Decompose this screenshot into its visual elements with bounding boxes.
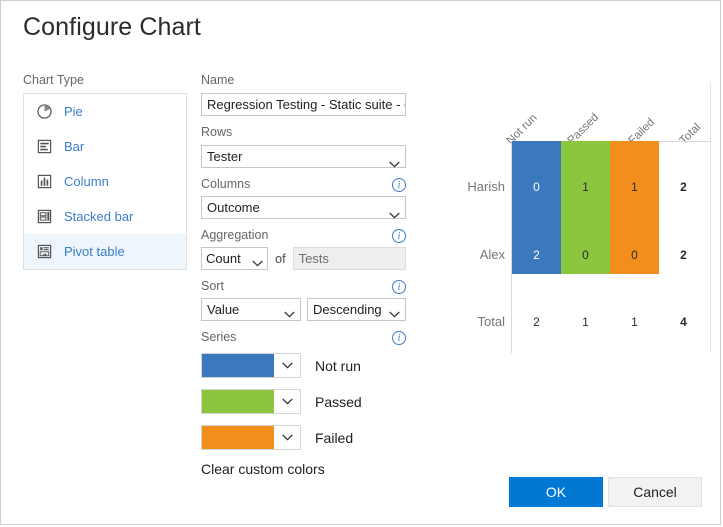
aggregation-label: Aggregation — [201, 228, 268, 243]
pivot-row-label-total: Total — [431, 314, 505, 329]
sort-direction-select[interactable]: Descending — [307, 298, 406, 321]
pivot-table-preview: Not run Passed Failed Total Harish 0 1 1… — [431, 83, 711, 353]
columns-select[interactable]: Outcome — [201, 196, 406, 219]
rows-select[interactable]: Tester — [201, 145, 406, 168]
columns-select-value: Outcome — [207, 197, 260, 218]
chart-type-list[interactable]: Pie Bar — [23, 93, 187, 270]
pivot-cell-total: 2 — [512, 315, 561, 329]
chevron-down-icon — [389, 204, 400, 211]
chevron-down-icon — [389, 153, 400, 160]
chart-type-item-label: Bar — [64, 139, 84, 154]
column-chart-icon — [36, 174, 52, 190]
rows-field-block: Rows Tester — [201, 125, 406, 168]
pivot-cell: 1 — [610, 180, 659, 194]
sort-label: Sort — [201, 279, 224, 294]
chevron-down-icon — [274, 354, 300, 377]
chart-type-item-label: Column — [64, 174, 109, 189]
color-swatch — [202, 426, 274, 449]
name-field-block: Name Regression Testing - Static suite -… — [201, 73, 406, 116]
cancel-button[interactable]: Cancel — [608, 477, 702, 507]
name-label: Name — [201, 73, 406, 88]
pivot-cell: 2 — [512, 248, 561, 262]
columns-field-block: Columns i Outcome — [201, 177, 406, 219]
pivot-cell: 0 — [512, 180, 561, 194]
pivot-cell-total: 2 — [659, 248, 708, 262]
chevron-down-icon — [389, 306, 400, 313]
stacked-bar-chart-icon — [36, 209, 52, 225]
pivot-cell-total: 1 — [610, 315, 659, 329]
info-icon[interactable]: i — [392, 280, 406, 294]
series-row: Failed — [201, 425, 406, 450]
series-color-picker-not-run[interactable] — [201, 353, 301, 378]
rows-label: Rows — [201, 125, 406, 140]
aggregation-of-text: of — [275, 252, 285, 266]
pivot-column-header: Total — [678, 121, 704, 147]
chart-type-section: Chart Type Pie — [23, 73, 187, 270]
chart-settings-form: Name Regression Testing - Static suite -… — [201, 73, 406, 486]
configure-chart-dialog: Configure Chart Chart Type Pie — [0, 0, 721, 525]
aggregation-field-block: Aggregation i Count of Tests — [201, 228, 406, 270]
pivot-cell-grand-total: 4 — [659, 315, 708, 329]
bar-chart-icon — [36, 139, 52, 155]
pie-chart-icon — [36, 104, 52, 120]
series-color-picker-passed[interactable] — [201, 389, 301, 414]
name-input[interactable]: Regression Testing - Static suite - Ch — [201, 93, 406, 116]
sort-by-value: Value — [207, 302, 239, 317]
aggregation-field-input: Tests — [293, 247, 406, 270]
series-color-picker-failed[interactable] — [201, 425, 301, 450]
pivot-cell-total: 1 — [561, 315, 610, 329]
series-label: Series — [201, 330, 236, 345]
chevron-down-icon — [274, 426, 300, 449]
chart-type-item-label: Stacked bar — [64, 209, 133, 224]
chart-type-item-label: Pie — [64, 104, 83, 119]
chart-type-item-pivot-table[interactable]: Pivot table — [24, 234, 186, 269]
info-icon[interactable]: i — [392, 229, 406, 243]
page-title: Configure Chart — [23, 13, 201, 42]
color-swatch — [202, 390, 274, 413]
aggregation-function-value: Count — [206, 251, 241, 266]
sort-field-block: Sort i Value Descending — [201, 279, 406, 321]
chart-type-item-pie[interactable]: Pie — [24, 94, 186, 129]
pivot-cell-total: 2 — [659, 180, 708, 194]
ok-button[interactable]: OK — [509, 477, 603, 507]
chart-type-item-stacked-bar[interactable]: Stacked bar — [24, 199, 186, 234]
chevron-down-icon — [284, 306, 295, 313]
pivot-table-icon — [36, 244, 52, 260]
chevron-down-icon — [252, 255, 263, 262]
info-icon[interactable]: i — [392, 331, 406, 345]
sort-by-select[interactable]: Value — [201, 298, 301, 321]
series-row: Passed — [201, 389, 406, 414]
clear-custom-colors-link[interactable]: Clear custom colors — [201, 461, 406, 477]
aggregation-function-select[interactable]: Count — [201, 247, 268, 270]
rows-select-value: Tester — [207, 146, 242, 167]
series-name-label: Not run — [315, 358, 361, 374]
series-section: Series i Not run P — [201, 330, 406, 477]
chart-type-item-label: Pivot table — [64, 244, 125, 259]
sort-direction-value: Descending — [313, 302, 382, 317]
series-row: Not run — [201, 353, 406, 378]
columns-label: Columns — [201, 177, 250, 192]
series-name-label: Passed — [315, 394, 362, 410]
pivot-cell: 1 — [561, 180, 610, 194]
pivot-row-label: Alex — [431, 247, 505, 262]
chart-type-item-bar[interactable]: Bar — [24, 129, 186, 164]
color-swatch — [202, 354, 274, 377]
pivot-cell: 0 — [610, 248, 659, 262]
chevron-down-icon — [274, 390, 300, 413]
chart-type-item-column[interactable]: Column — [24, 164, 186, 199]
pivot-column-headers: Not run Passed Failed Total — [431, 83, 711, 141]
pivot-row-label: Harish — [431, 179, 505, 194]
chart-type-label: Chart Type — [23, 73, 187, 88]
pivot-cell: 0 — [561, 248, 610, 262]
info-icon[interactable]: i — [392, 178, 406, 192]
series-name-label: Failed — [315, 430, 353, 446]
